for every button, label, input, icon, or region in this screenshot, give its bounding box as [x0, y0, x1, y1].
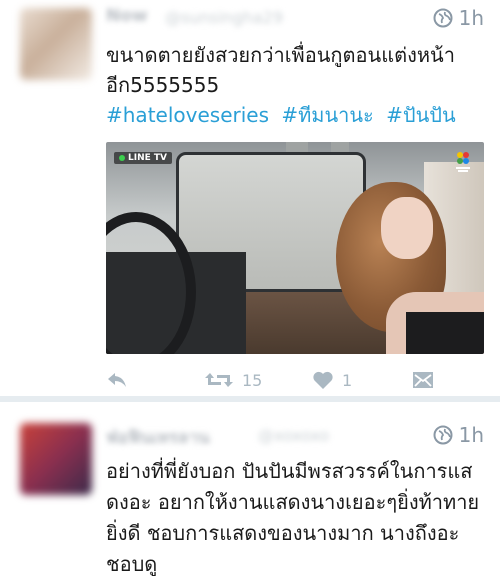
channel-logo-icon	[454, 150, 472, 174]
hashtag-list: #hateloveseries #ทีมนานะ #ปันปัน	[106, 100, 491, 130]
tweet-meta: 1h	[433, 6, 484, 30]
avatar[interactable]	[20, 423, 92, 495]
tweet-meta: 1h	[433, 423, 484, 447]
hashtag-link[interactable]: #ปันปัน	[386, 103, 456, 127]
author-handle[interactable]: @sunsingha29	[165, 8, 283, 27]
globe-icon	[433, 425, 453, 445]
direct-message-icon	[412, 370, 434, 390]
tweet[interactable]: Now @sunsingha29 1h ขนาดตายยังสวยกว่าเพื…	[0, 0, 500, 397]
avatar[interactable]	[20, 8, 92, 80]
retweet-icon	[204, 370, 234, 390]
author-name[interactable]: Now	[106, 6, 148, 26]
author-name[interactable]: ฟ่อฟินเทรลาน	[106, 424, 210, 451]
video-watermark: LINE TV	[114, 152, 173, 164]
tweet-time[interactable]: 1h	[459, 6, 484, 30]
tweet-text: อย่างที่พี่ยังบอก ปันปันมีพรสวรรค์ในการแ…	[106, 456, 491, 580]
hashtag-link[interactable]: #hateloveseries	[106, 103, 269, 127]
woman-top	[406, 312, 484, 354]
watermark-label: LINE TV	[128, 153, 168, 163]
like-count: 1	[342, 370, 353, 390]
tweet-media-image[interactable]: LINE TV	[106, 142, 484, 354]
tweet-time[interactable]: 1h	[459, 423, 484, 447]
tweet-body: อย่างที่พี่ยังบอก ปันปันมีพรสวรรค์ในการแ…	[106, 459, 480, 576]
retweet-count: 15	[242, 370, 263, 390]
globe-icon	[433, 8, 453, 28]
heart-icon	[312, 370, 334, 390]
reply-icon	[106, 371, 128, 389]
woman-face	[381, 197, 433, 259]
reply-button[interactable]	[106, 371, 128, 389]
tweet-body: ขนาดตายยังสวยกว่าเพื่อนกูตอนแต่งหน้าอีก5…	[106, 43, 455, 97]
watermark-dot-icon	[119, 155, 125, 161]
like-button[interactable]: 1	[312, 370, 352, 390]
tweet-actions: 15 1	[106, 368, 436, 392]
hashtag-link[interactable]: #ทีมนานะ	[281, 103, 373, 127]
author-handle[interactable]: @xoxoxo	[258, 426, 329, 445]
tweet-text: ขนาดตายยังสวยกว่าเพื่อนกูตอนแต่งหน้าอีก5…	[106, 40, 491, 130]
direct-message-button[interactable]	[412, 370, 434, 390]
retweet-button[interactable]: 15	[204, 370, 262, 390]
